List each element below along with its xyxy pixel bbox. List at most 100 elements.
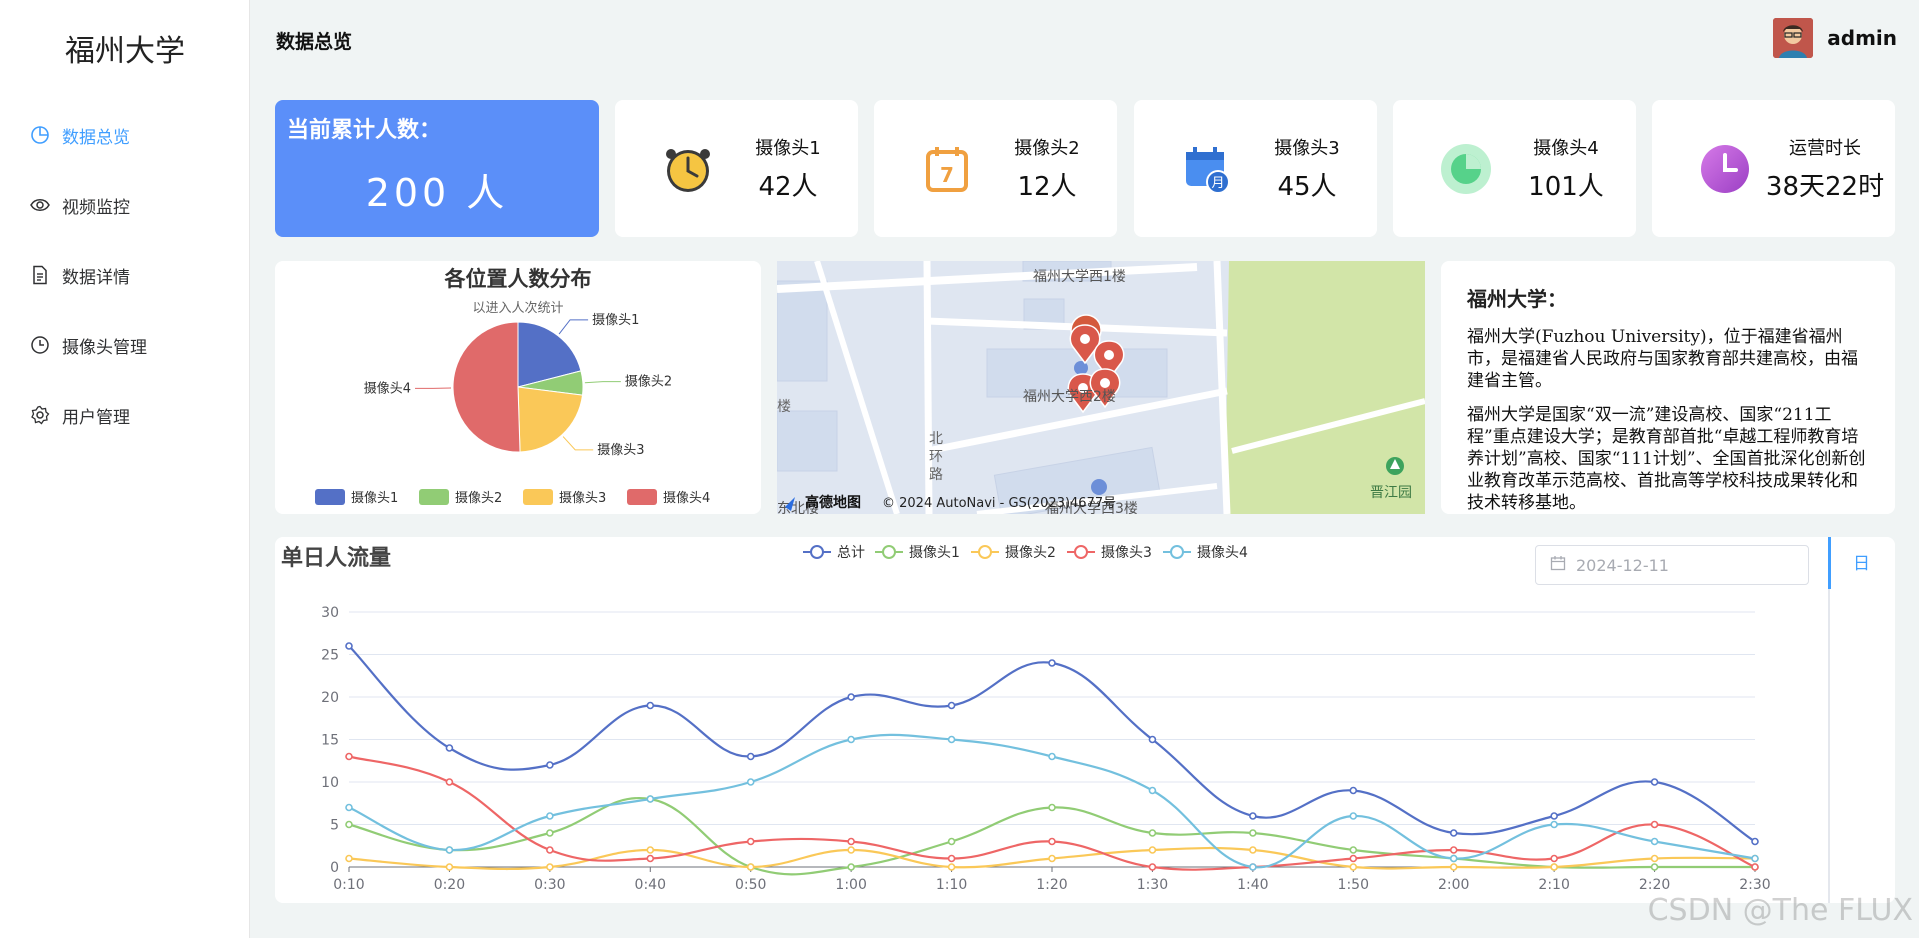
data-point[interactable]	[546, 846, 554, 854]
pie-slice[interactable]	[517, 386, 584, 453]
data-point[interactable]	[1449, 854, 1458, 863]
data-point[interactable]	[947, 863, 956, 871]
data-point[interactable]	[1550, 820, 1558, 829]
data-point[interactable]	[546, 761, 554, 769]
data-point[interactable]	[546, 812, 554, 820]
data-point[interactable]	[1650, 837, 1659, 846]
data-point[interactable]	[1249, 812, 1257, 820]
pie-slice[interactable]	[452, 321, 521, 453]
data-point[interactable]	[1751, 837, 1759, 846]
data-point[interactable]	[646, 701, 655, 710]
pie-slice-label: 摄像头2	[625, 375, 672, 390]
date-input[interactable]	[1576, 555, 1776, 575]
data-point[interactable]	[646, 846, 655, 854]
sidebar-item-users[interactable]: 用户管理	[0, 380, 250, 450]
data-point[interactable]	[1349, 854, 1358, 863]
data-point[interactable]	[1148, 735, 1157, 744]
pie-legend-swatch	[315, 489, 345, 505]
data-point[interactable]	[1249, 829, 1257, 837]
pie-slice-label: 摄像头4	[364, 381, 411, 396]
data-point[interactable]	[1249, 863, 1257, 871]
data-point[interactable]	[1048, 837, 1056, 846]
data-point[interactable]	[746, 837, 755, 846]
data-point[interactable]	[1550, 863, 1558, 871]
data-point[interactable]	[746, 863, 755, 871]
clock-purple-icon	[1698, 142, 1752, 196]
data-point[interactable]	[947, 837, 956, 846]
pie-chart-icon	[30, 125, 50, 145]
data-point[interactable]	[847, 837, 855, 846]
data-point[interactable]	[847, 863, 855, 871]
data-point[interactable]	[1148, 846, 1157, 854]
data-point[interactable]	[1349, 786, 1358, 795]
data-point[interactable]	[1550, 812, 1558, 820]
sidebar-item-label: 用户管理	[62, 407, 130, 428]
tab-day[interactable]: 日	[1853, 549, 1870, 574]
data-point[interactable]	[1550, 854, 1558, 863]
data-point[interactable]	[345, 642, 353, 650]
data-point[interactable]	[646, 854, 655, 863]
data-point[interactable]	[1449, 863, 1458, 871]
data-point[interactable]	[947, 735, 956, 744]
data-point[interactable]	[1751, 863, 1759, 871]
data-point[interactable]	[947, 701, 956, 710]
stat-card-uptime: 运营时长 38天22时	[1652, 100, 1895, 237]
stat-value: 101人	[1528, 172, 1604, 202]
data-point[interactable]	[646, 795, 655, 803]
data-point[interactable]	[1349, 863, 1358, 871]
data-point[interactable]	[1048, 803, 1056, 812]
data-point[interactable]	[947, 854, 956, 863]
map-label-west2: 福州大学西2楼	[1023, 389, 1116, 405]
data-point[interactable]	[345, 854, 353, 863]
data-point[interactable]	[847, 693, 855, 701]
sidebar-item-label: 视频监控	[62, 197, 130, 218]
data-point[interactable]	[1148, 863, 1157, 871]
sidebar-item-cameras[interactable]: 摄像头管理	[0, 310, 250, 380]
map-brand: 高德地图	[805, 494, 861, 511]
data-point[interactable]	[1148, 786, 1157, 795]
data-point[interactable]	[445, 846, 454, 854]
data-point[interactable]	[345, 803, 353, 812]
data-point[interactable]	[345, 752, 353, 761]
stat-card-camera3: 月 摄像头3 45人	[1134, 100, 1377, 237]
data-point[interactable]	[1650, 778, 1659, 786]
data-point[interactable]	[546, 829, 554, 837]
sidebar-item-details[interactable]: 数据详情	[0, 240, 250, 310]
data-point[interactable]	[1349, 846, 1358, 854]
stat-name: 摄像头3	[1274, 138, 1340, 159]
data-point[interactable]	[445, 778, 454, 786]
pie-legend-label: 摄像头4	[663, 491, 710, 506]
data-point[interactable]	[1048, 659, 1056, 667]
data-point[interactable]	[1349, 812, 1358, 820]
data-point[interactable]	[546, 863, 554, 871]
data-point[interactable]	[746, 752, 755, 761]
data-point[interactable]	[1148, 829, 1157, 837]
data-point[interactable]	[1249, 846, 1257, 854]
stat-value: 38天22时	[1765, 172, 1885, 202]
data-point[interactable]	[1048, 854, 1056, 863]
pie-chart-panel: 各位置人数分布 以进入人次统计 摄像头1 摄像头2 摄像头3 摄像头4 摄像头1 摄像头2…	[275, 261, 761, 514]
sidebar-item-overview[interactable]: 数据总览	[0, 100, 250, 170]
data-point[interactable]	[847, 846, 855, 854]
sidebar-item-video[interactable]: 视频监控	[0, 170, 250, 240]
data-point[interactable]	[1449, 829, 1458, 837]
svg-text:月: 月	[1211, 176, 1224, 191]
data-point[interactable]	[1751, 854, 1759, 863]
data-point[interactable]	[1449, 846, 1458, 854]
data-point[interactable]	[1650, 854, 1659, 863]
data-point[interactable]	[345, 820, 353, 829]
page-title: 数据总览	[276, 31, 353, 53]
data-point[interactable]	[445, 863, 454, 871]
data-point[interactable]	[1048, 752, 1056, 761]
data-point[interactable]	[847, 735, 855, 744]
data-point[interactable]	[1650, 863, 1659, 871]
map-view[interactable]: 福州大学西1楼 福州大学西2楼 北 环 路 晋江园 楼 福州大学西3楼 东北楼 …	[777, 261, 1425, 514]
data-point[interactable]	[746, 778, 755, 786]
user-menu[interactable]: admin	[1773, 18, 1897, 58]
data-point[interactable]	[445, 744, 454, 752]
legend-label: 摄像头3	[1101, 545, 1152, 561]
stat-name: 摄像头4	[1533, 138, 1599, 159]
x-tick-label: 2:10	[1538, 877, 1569, 893]
data-point[interactable]	[1650, 820, 1659, 829]
date-picker[interactable]	[1535, 545, 1809, 585]
